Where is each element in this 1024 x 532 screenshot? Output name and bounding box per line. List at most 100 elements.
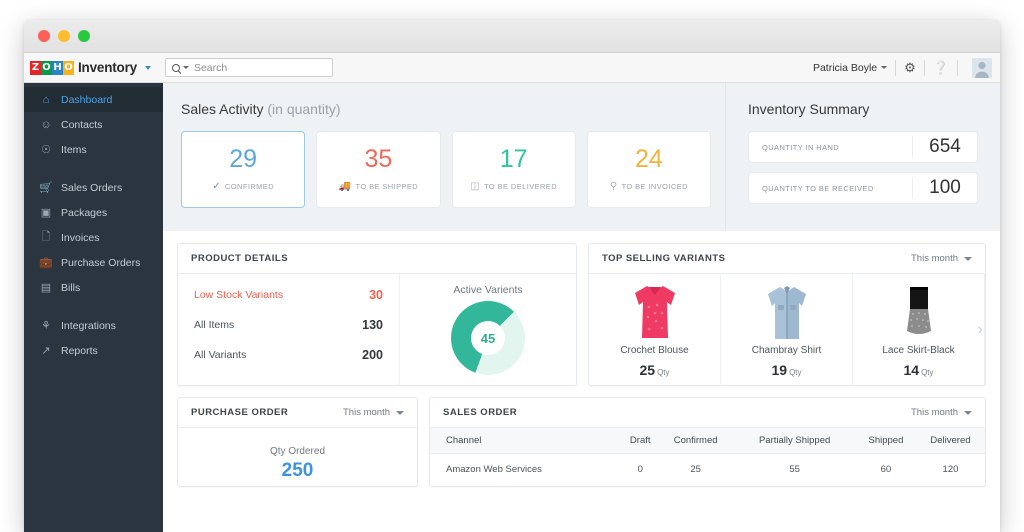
divider (957, 60, 958, 76)
chevron-down-icon[interactable] (183, 66, 189, 69)
sidebar-item-sales-orders[interactable]: 🛒 Sales Orders (24, 175, 163, 200)
product-line-low-stock-variants[interactable]: Low Stock Variants 30 (194, 288, 383, 302)
section-title-text: Sales Activity (181, 101, 263, 117)
column-header-partially-shipped[interactable]: Partially Shipped (733, 428, 856, 453)
cell-confirmed: 25 (658, 453, 733, 477)
cell-delivered: 120 (916, 453, 985, 477)
variant-name: Lace Skirt-Black (882, 345, 954, 356)
sales-order-panel: SALES ORDER This month Channel Draft (429, 397, 986, 487)
cell-draft: 0 (623, 453, 658, 477)
variant-qty-unit: Qty (921, 368, 933, 377)
chevron-down-icon (396, 411, 404, 415)
line-label: Low Stock Variants (194, 289, 283, 301)
gear-icon[interactable]: ⚙ (904, 61, 916, 74)
package-icon: ▣ (40, 206, 52, 219)
variant-card-chambray-shirt[interactable]: Chambray Shirt 19Qty (721, 274, 853, 386)
chevron-down-icon (964, 411, 972, 415)
variant-image (763, 281, 811, 341)
app-window: Z O H O Inventory Search Patricia Boyle … (24, 20, 1000, 532)
user-menu[interactable]: Patricia Boyle (813, 62, 877, 74)
inventory-summary-section: Inventory Summary QUANTITY IN HAND 654 Q… (726, 83, 1000, 231)
home-icon: ⌂ (40, 94, 52, 106)
product-line-all-variants[interactable]: All Variants 200 (194, 348, 383, 362)
sidebar-item-dashboard[interactable]: ⌂ Dashboard (24, 87, 163, 112)
zoho-letter-o1: O (41, 61, 52, 75)
pink-blouse-icon (631, 283, 679, 341)
maximize-window-button[interactable] (78, 30, 90, 42)
purchase-order-filter-dropdown[interactable]: This month (343, 407, 404, 418)
variant-qty: 14Qty (903, 362, 933, 378)
top-selling-list: Crochet Blouse 25Qty (589, 274, 985, 386)
column-header-shipped[interactable]: Shipped (856, 428, 916, 453)
black-lace-skirt-icon (895, 283, 943, 341)
table-header: Channel Draft Confirmed Partially Shippe… (430, 428, 985, 453)
invoice-icon: ⚲ (610, 181, 618, 192)
sales-card-to-be-invoiced[interactable]: 24 ⚲ TO BE INVOICED (587, 131, 711, 208)
sidebar-item-label: Integrations (61, 320, 116, 332)
sidebar-item-bills[interactable]: ▤ Bills (24, 275, 163, 300)
sales-activity-title: Sales Activity (in quantity) (181, 101, 711, 117)
avatar[interactable] (972, 58, 992, 78)
panel-header: PRODUCT DETAILS (178, 244, 576, 274)
panel-title: PURCHASE ORDER (191, 407, 288, 418)
sidebar: ⌂ Dashboard ☺ Contacts ☉ Items 🛒 Sales O… (24, 83, 163, 532)
help-icon[interactable]: ❔ (933, 61, 949, 74)
top-selling-filter-dropdown[interactable]: This month (911, 253, 972, 264)
chevron-down-icon (964, 257, 972, 261)
brand-logo[interactable]: Z O H O Inventory (30, 60, 151, 75)
zoho-letter-h: H (52, 61, 63, 75)
sales-activity-cards: 29 ✓ CONFIRMED 35 🚚 TO BE SHIPPED (181, 131, 711, 208)
product-details-list: Low Stock Variants 30 All Items 130 All … (178, 274, 400, 386)
donut-center-value: 45 (471, 321, 505, 355)
sales-card-confirmed[interactable]: 29 ✓ CONFIRMED (181, 131, 305, 208)
sales-order-table: Channel Draft Confirmed Partially Shippe… (430, 428, 985, 477)
avatar-icon (972, 58, 992, 78)
sidebar-item-items[interactable]: ☉ Items (24, 137, 163, 162)
inventory-row-quantity-in-hand[interactable]: QUANTITY IN HAND 654 (748, 131, 978, 163)
sales-card-to-be-shipped[interactable]: 35 🚚 TO BE SHIPPED (316, 131, 440, 208)
column-header-confirmed[interactable]: Confirmed (658, 428, 733, 453)
column-header-delivered[interactable]: Delivered (916, 428, 985, 453)
user-icon: ☺ (40, 119, 52, 131)
table-row[interactable]: Amazon Web Services 0 25 55 60 120 (430, 453, 985, 477)
zoho-letter-o2: O (63, 61, 74, 75)
sidebar-item-reports[interactable]: ↗ Reports (24, 338, 163, 363)
filter-label: This month (911, 253, 958, 264)
sales-card-to-be-delivered[interactable]: 17 ◫ TO BE DELIVERED (452, 131, 576, 208)
inventory-row-quantity-to-be-received[interactable]: QUANTITY TO BE RECEIVED 100 (748, 172, 978, 204)
inventory-row-value: 100 (913, 177, 977, 199)
chevron-down-icon[interactable] (881, 66, 887, 69)
header-right-group: Patricia Boyle ⚙ ❔ (813, 58, 992, 78)
sidebar-item-label: Dashboard (61, 94, 112, 106)
column-header-draft[interactable]: Draft (623, 428, 658, 453)
sidebar-item-label: Invoices (61, 232, 100, 244)
sidebar-item-purchase-orders[interactable]: 💼 Purchase Orders (24, 250, 163, 275)
sidebar-item-packages[interactable]: ▣ Packages (24, 200, 163, 225)
card-value: 24 (635, 147, 663, 172)
purchase-order-body: Qty Ordered 250 (178, 428, 417, 482)
search-input[interactable]: Search (165, 58, 333, 77)
variant-qty: 25Qty (639, 362, 669, 378)
product-line-all-items[interactable]: All Items 130 (194, 318, 383, 332)
minimize-window-button[interactable] (58, 30, 70, 42)
chevron-right-icon[interactable]: › (978, 321, 983, 339)
sidebar-gap (24, 162, 163, 175)
sidebar-item-label: Purchase Orders (61, 257, 140, 269)
variant-qty: 19Qty (771, 362, 801, 378)
sidebar-item-invoices[interactable]: 🗋 Invoices (24, 225, 163, 250)
card-label-row: ◫ TO BE DELIVERED (470, 181, 557, 192)
panel-title: TOP SELLING VARIANTS (602, 253, 726, 264)
sidebar-item-contacts[interactable]: ☺ Contacts (24, 112, 163, 137)
variant-name: Crochet Blouse (620, 345, 688, 356)
sidebar-item-integrations[interactable]: ⚘ Integrations (24, 313, 163, 338)
sidebar-item-label: Bills (61, 282, 80, 294)
column-header-channel[interactable]: Channel (430, 428, 623, 453)
chevron-down-icon[interactable] (145, 66, 151, 70)
variant-card-crochet-blouse[interactable]: Crochet Blouse 25Qty (589, 274, 721, 386)
metric-value: 250 (178, 460, 417, 482)
variant-qty-value: 25 (639, 362, 655, 378)
variant-card-lace-skirt-black[interactable]: Lace Skirt-Black 14Qty (853, 274, 985, 386)
close-window-button[interactable] (38, 30, 50, 42)
sales-order-filter-dropdown[interactable]: This month (911, 407, 972, 418)
inventory-row-value: 654 (913, 136, 977, 158)
